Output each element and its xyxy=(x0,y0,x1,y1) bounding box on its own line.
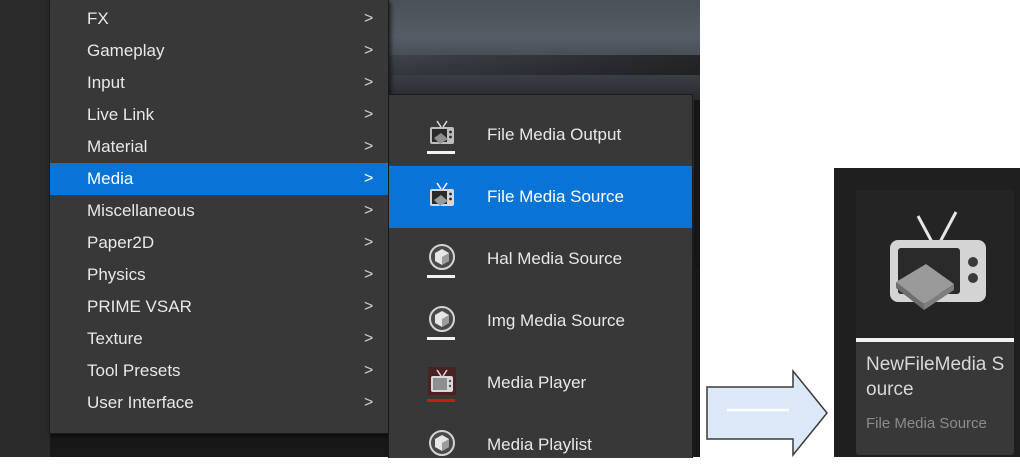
submenu-item-label: Img Media Source xyxy=(487,311,625,330)
menu-item-label: Media xyxy=(87,169,134,188)
menu-item-label: PRIME VSAR xyxy=(87,297,192,316)
asset-thumbnail xyxy=(856,190,1014,338)
menu-item-gameplay[interactable]: Gameplay > xyxy=(50,35,388,67)
submenu-item-media-player[interactable]: Media Player xyxy=(389,352,692,414)
menu-item-input[interactable]: Input > xyxy=(50,67,388,99)
chevron-right-icon: > xyxy=(364,74,374,91)
submenu-item-media-playlist[interactable]: Media Playlist xyxy=(389,414,692,476)
tv-monitor-icon xyxy=(890,211,986,310)
menu-item-label: Miscellaneous xyxy=(87,201,195,220)
menu-item-fx[interactable]: FX > xyxy=(50,3,388,35)
chevron-right-icon: > xyxy=(364,362,374,379)
submenu-item-label: Hal Media Source xyxy=(487,249,623,268)
chevron-right-icon: > xyxy=(364,298,374,315)
chevron-right-icon: > xyxy=(364,42,374,59)
menu-item-label: Texture xyxy=(87,329,143,348)
menu-item-label: Input xyxy=(87,73,125,92)
viewport-sidebar xyxy=(0,0,50,457)
tv-monitor-icon xyxy=(428,367,456,395)
asset-type-color-bar xyxy=(427,337,455,340)
submenu-item-file-media-source[interactable]: File Media Source xyxy=(389,166,692,228)
menu-item-texture[interactable]: Texture > xyxy=(50,323,388,355)
submenu-item-label: File Media Output xyxy=(487,125,622,144)
submenu-item-hal-media-source[interactable]: Hal Media Source xyxy=(389,228,692,290)
chevron-right-icon: > xyxy=(364,202,374,219)
viewport-divider xyxy=(694,100,700,270)
chevron-right-icon: > xyxy=(364,234,374,251)
menu-item-label: Gameplay xyxy=(87,41,165,60)
menu-item-label: Live Link xyxy=(87,105,155,124)
chevron-right-icon: > xyxy=(364,106,374,123)
right-arrow-icon xyxy=(706,369,828,457)
menu-item-prime-vsar[interactable]: PRIME VSAR > xyxy=(50,291,388,323)
menu-item-label: Tool Presets xyxy=(87,361,181,380)
submenu-item-file-media-output[interactable]: File Media Output xyxy=(389,104,692,166)
asset-type-color-bar xyxy=(427,151,455,154)
menu-item-live-link[interactable]: Live Link > xyxy=(50,99,388,131)
submenu-item-img-media-source[interactable]: Img Media Source xyxy=(389,290,692,352)
menu-item-label: User Interface xyxy=(87,393,194,412)
menu-item-label: Physics xyxy=(87,265,146,284)
sphere-icon xyxy=(429,430,455,456)
menu-item-physics[interactable]: Physics > xyxy=(50,259,388,291)
asset-category-menu: FX > Gameplay > Input > Live Link > Mate… xyxy=(49,0,389,434)
menu-item-media[interactable]: Media > xyxy=(50,163,388,195)
chevron-right-icon: > xyxy=(364,394,374,411)
menu-item-label: Material xyxy=(87,137,148,156)
submenu-item-label: Media Player xyxy=(487,373,587,392)
asset-type-color-bar xyxy=(856,338,1014,342)
submenu-item-label: Media Playlist xyxy=(487,435,592,454)
sphere-icon xyxy=(429,244,455,270)
chevron-right-icon: > xyxy=(364,266,374,283)
submenu-item-label: File Media Source xyxy=(487,187,625,206)
chevron-right-icon: > xyxy=(364,170,374,187)
media-submenu: File Media Output File Media Source Hal … xyxy=(388,94,693,458)
chevron-right-icon: > xyxy=(364,10,374,27)
menu-item-paper2d[interactable]: Paper2D > xyxy=(50,227,388,259)
chevron-right-icon: > xyxy=(364,138,374,155)
tv-monitor-icon xyxy=(430,182,454,206)
tv-monitor-icon xyxy=(430,120,454,144)
menu-item-user-interface[interactable]: User Interface > xyxy=(50,387,388,419)
menu-item-tool-presets[interactable]: Tool Presets > xyxy=(50,355,388,387)
menu-item-label: FX xyxy=(87,9,109,28)
asset-type-color-bar xyxy=(427,399,455,402)
asset-name: NewFileMedia Source xyxy=(866,354,1005,400)
menu-item-label: Paper2D xyxy=(87,233,155,252)
asset-type-color-bar xyxy=(427,275,455,278)
menu-item-miscellaneous[interactable]: Miscellaneous > xyxy=(50,195,388,227)
menu-item-material[interactable]: Material > xyxy=(50,131,388,163)
sphere-icon xyxy=(429,306,455,332)
chevron-right-icon: > xyxy=(364,330,374,347)
asset-type-label: File Media Source xyxy=(866,415,987,432)
